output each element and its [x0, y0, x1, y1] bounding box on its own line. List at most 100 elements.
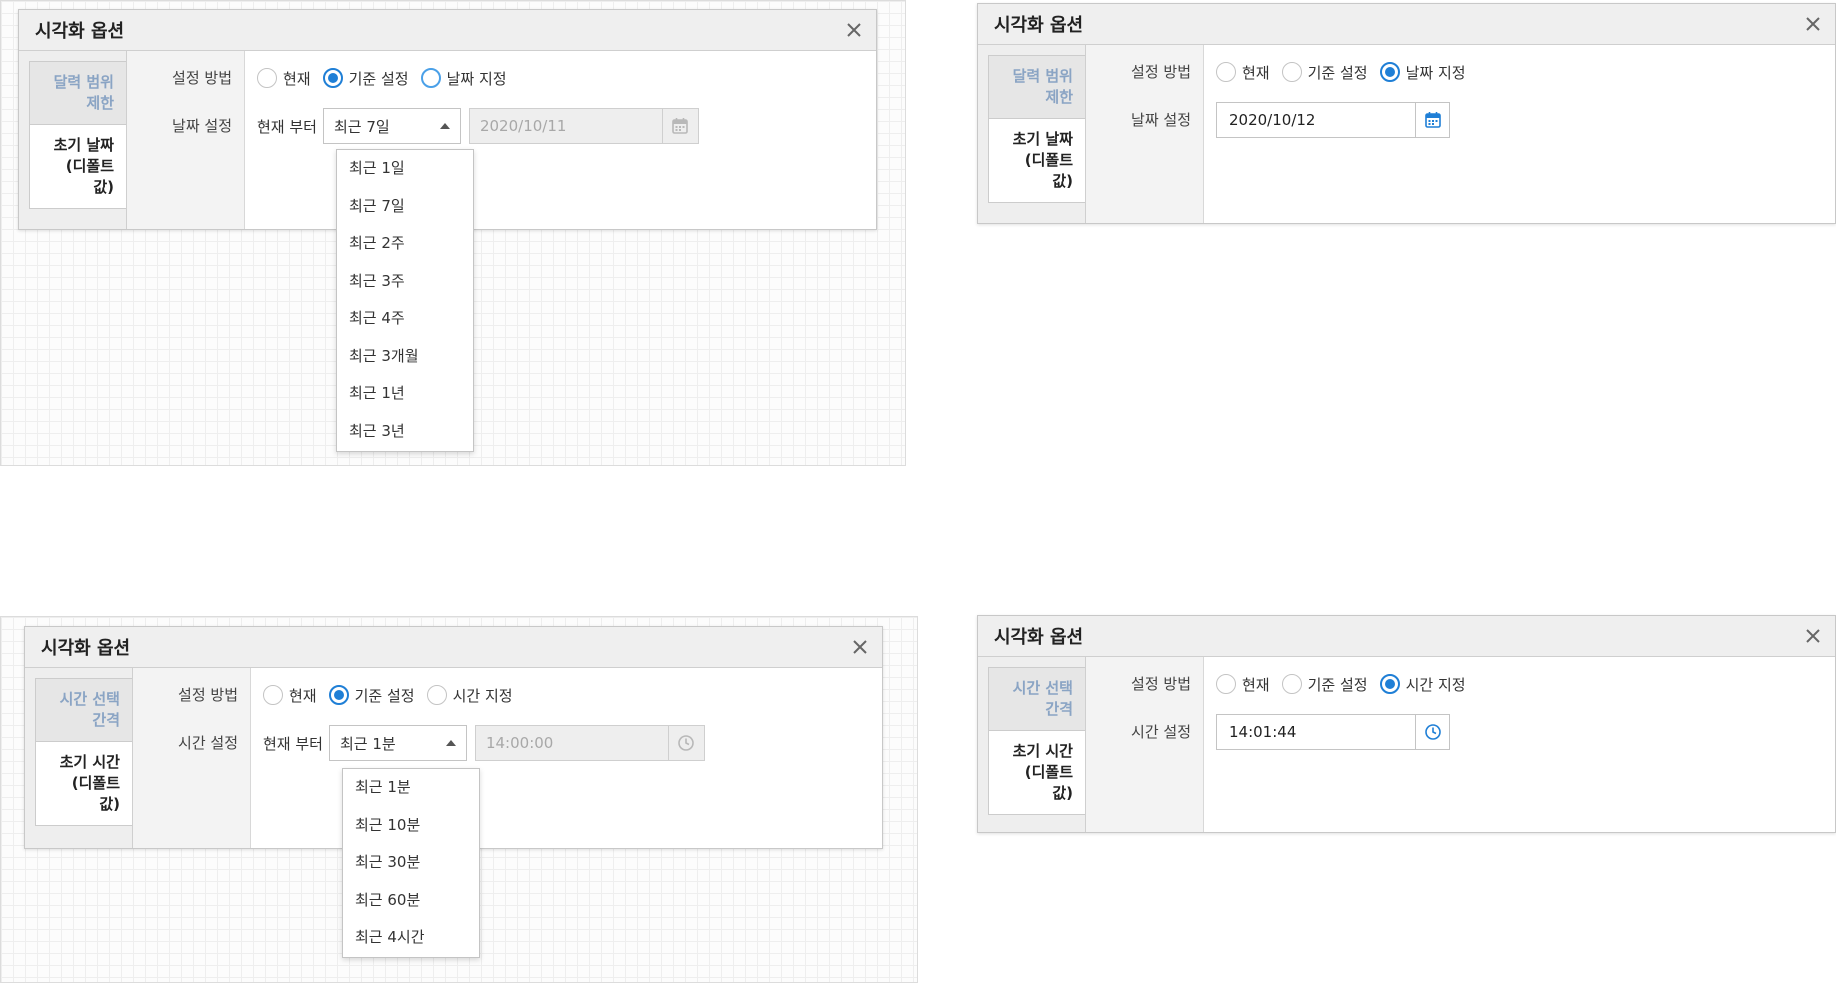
period-dropdown-list: 최근 1일 최근 7일 최근 2주 최근 3주 최근 4주 최근 3개월 최근 … [336, 149, 474, 452]
from-label: 현재 부터 [263, 734, 323, 753]
dropdown-option[interactable]: 최근 3년 [337, 413, 473, 451]
close-button[interactable] [842, 18, 866, 42]
radio-reference[interactable]: 기준 설정 [328, 685, 415, 706]
date-input[interactable]: 2020/10/12 [1216, 102, 1450, 138]
clock-button[interactable] [1415, 715, 1449, 749]
method-label: 설정 방법 [1131, 63, 1191, 81]
dropdown-option[interactable]: 최근 10분 [343, 807, 479, 845]
dropdown-option[interactable]: 최근 3주 [337, 263, 473, 301]
radio-specify-date[interactable]: 날짜 지정 [1379, 62, 1466, 83]
date-setting-row: 2020/10/12 [1216, 102, 1835, 138]
date-label: 날짜 설정 [1131, 111, 1191, 129]
side-tab-range[interactable]: 달력 범위 제한 [989, 56, 1085, 119]
radio-label: 현재 [289, 686, 317, 705]
side-tab-range[interactable]: 달력 범위 제한 [30, 62, 126, 125]
dropdown-option[interactable]: 최근 1일 [337, 150, 473, 188]
date-input-value: 2020/10/12 [1229, 111, 1316, 129]
calendar-button[interactable] [1415, 103, 1449, 137]
label-column: 설정 방법 날짜 설정 [1086, 45, 1204, 223]
form-content: 현재 기준 설정 시간 지정 14:01:44 [1204, 657, 1835, 832]
date-label: 날짜 설정 [172, 117, 232, 135]
clock-icon [678, 735, 695, 751]
time-input-disabled: 14:00:00 [474, 725, 705, 761]
dropdown-option[interactable]: 최근 2주 [337, 225, 473, 263]
close-button[interactable] [848, 635, 872, 659]
radio-circle-checked [1379, 62, 1400, 82]
side-tab-initial-date[interactable]: 초기 날짜 (디폴트 값) [30, 125, 126, 208]
dropdown-option[interactable]: 최근 60분 [343, 882, 479, 920]
method-label: 설정 방법 [1131, 675, 1191, 693]
side-tab-initial-time[interactable]: 초기 시간 (디폴트 값) [989, 731, 1085, 814]
radio-reference[interactable]: 기준 설정 [1281, 62, 1368, 83]
visualization-options-dialog: 시각화 옵션 시간 선택 간격 초기 시간 (디폴트 값) 설정 방법 시간 설… [977, 615, 1836, 833]
radio-specify-time[interactable]: 시간 지정 [1379, 674, 1466, 695]
dropdown-option[interactable]: 최근 7일 [337, 188, 473, 226]
close-icon [853, 640, 867, 654]
side-tab-interval[interactable]: 시간 선택 간격 [989, 668, 1085, 731]
radio-label: 날짜 지정 [446, 69, 507, 88]
radio-label: 시간 지정 [452, 686, 513, 705]
radio-now[interactable]: 현재 [1216, 62, 1270, 83]
radio-circle-checked [328, 685, 349, 705]
calendar-icon [1424, 112, 1441, 128]
side-tabs: 시간 선택 간격 초기 시간 (디폴트 값) [978, 657, 1086, 832]
dropdown-option[interactable]: 최근 30분 [343, 844, 479, 882]
side-tabs: 달력 범위 제한 초기 날짜 (디폴트 값) [19, 51, 127, 229]
radio-specify-time[interactable]: 시간 지정 [426, 685, 513, 706]
dropdown-option[interactable]: 최근 1년 [337, 375, 473, 413]
radio-label: 시간 지정 [1405, 675, 1466, 694]
dropdown-option[interactable]: 최근 4주 [337, 300, 473, 338]
side-tab-initial-date[interactable]: 초기 날짜 (디폴트 값) [989, 119, 1085, 202]
radio-label: 기준 설정 [1307, 675, 1368, 694]
radio-label: 기준 설정 [354, 686, 415, 705]
date-input-value: 2020/10/11 [479, 117, 567, 135]
radio-specify-date[interactable]: 날짜 지정 [420, 68, 507, 89]
date-input-disabled: 2020/10/11 [468, 108, 699, 144]
time-label: 시간 설정 [1131, 723, 1191, 741]
radio-circle [1281, 674, 1302, 694]
dialog-title: 시각화 옵션 [994, 627, 1084, 648]
calendar-button [661, 109, 698, 143]
close-icon [1806, 17, 1820, 31]
radio-circle-checked [1379, 674, 1400, 694]
close-icon [1806, 629, 1820, 643]
period-select[interactable]: 최근 7일 [322, 108, 461, 144]
radio-label: 기준 설정 [1307, 63, 1368, 82]
time-input-value: 14:01:44 [1229, 723, 1297, 741]
label-column: 설정 방법 시간 설정 [133, 668, 251, 848]
dialog-header: 시각화 옵션 [25, 627, 882, 668]
time-input[interactable]: 14:01:44 [1216, 714, 1450, 750]
close-button[interactable] [1801, 624, 1825, 648]
side-tab-interval[interactable]: 시간 선택 간격 [36, 679, 132, 742]
method-label: 설정 방법 [178, 686, 238, 704]
radio-reference[interactable]: 기준 설정 [1281, 674, 1368, 695]
side-tab-initial-time[interactable]: 초기 시간 (디폴트 값) [36, 742, 132, 825]
radio-circle [257, 68, 277, 88]
radio-reference[interactable]: 기준 설정 [322, 68, 409, 89]
close-button[interactable] [1801, 12, 1825, 36]
method-radio-group: 현재 기준 설정 날짜 지정 [257, 67, 876, 89]
radio-circle [1281, 62, 1302, 82]
dropdown-option[interactable]: 최근 4시간 [343, 919, 479, 957]
radio-now[interactable]: 현재 [257, 68, 311, 89]
dropdown-option[interactable]: 최근 1분 [343, 769, 479, 807]
radio-circle [426, 685, 447, 705]
from-label: 현재 부터 [257, 117, 317, 136]
period-dropdown-list: 최근 1분 최근 10분 최근 30분 최근 60분 최근 4시간 [342, 768, 480, 958]
dropdown-option[interactable]: 최근 3개월 [337, 338, 473, 376]
radio-circle [263, 685, 283, 705]
method-radio-group: 현재 기준 설정 시간 지정 [1216, 673, 1835, 695]
dialog-title: 시각화 옵션 [994, 15, 1084, 36]
chevron-up-icon [439, 123, 450, 129]
radio-label: 기준 설정 [348, 69, 409, 88]
radio-circle [420, 68, 441, 88]
date-setting-row: 현재 부터 최근 7일 2020/10/11 [257, 108, 876, 144]
radio-label: 현재 [283, 69, 311, 88]
radio-now[interactable]: 현재 [1216, 674, 1270, 695]
radio-now[interactable]: 현재 [263, 685, 317, 706]
period-select[interactable]: 최근 1분 [328, 725, 467, 761]
method-radio-group: 현재 기준 설정 시간 지정 [263, 684, 882, 706]
chevron-up-icon [445, 740, 456, 746]
form-content: 현재 기준 설정 날짜 지정 2020/10/12 [1204, 45, 1835, 223]
select-value: 최근 1분 [339, 734, 396, 753]
